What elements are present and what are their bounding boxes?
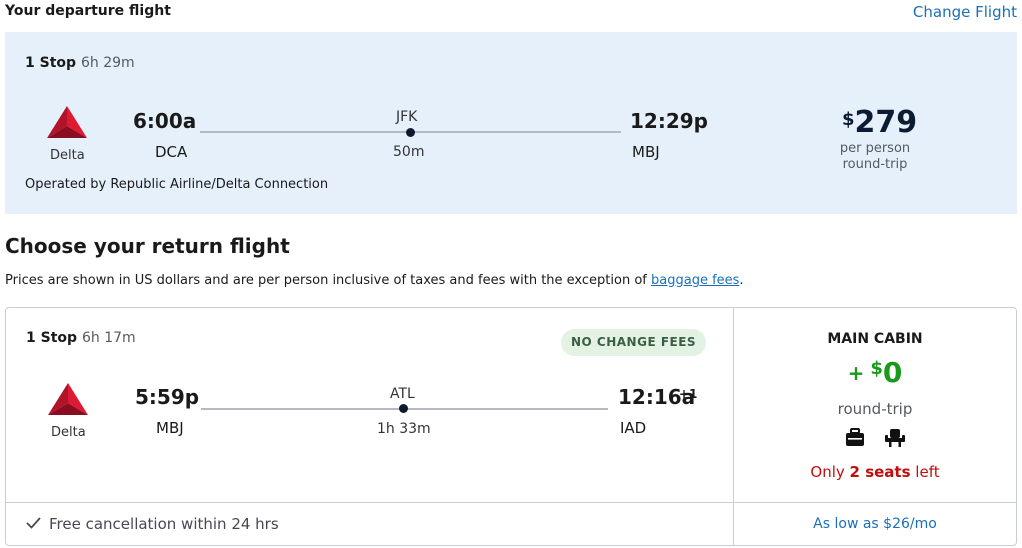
price-disclaimer: Prices are shown in US dollars and are p…	[5, 273, 744, 288]
layover-duration: 1h 33m	[377, 421, 431, 437]
cabin-name: MAIN CABIN	[827, 331, 923, 347]
disclaimer-end: .	[739, 273, 744, 288]
fare-currency: $	[870, 358, 883, 379]
change-flight-link[interactable]: Change Flight	[913, 3, 1017, 21]
operated-by: Operated by Republic Airline/Delta Conne…	[25, 177, 329, 192]
checkmark-icon	[26, 515, 41, 533]
departure-header: Your departure flight	[5, 3, 171, 19]
carry-on-bag-icon	[844, 428, 866, 452]
seats-prefix: Only	[810, 463, 850, 481]
return-flight-card[interactable]: 1 Stop 6h 17m NO CHANGE FEES Delta 5:59p…	[5, 307, 1017, 546]
price-round-trip: round-trip	[842, 157, 908, 172]
arrive-day-offset: +1	[679, 387, 698, 401]
price-currency: $	[842, 109, 855, 130]
layover-dot	[399, 404, 408, 413]
as-low-as-link[interactable]: As low as $26/mo	[734, 516, 1016, 532]
return-flight-details[interactable]: 1 Stop 6h 17m NO CHANGE FEES Delta 5:59p…	[6, 308, 734, 502]
total-duration: 6h 17m	[82, 330, 136, 346]
amenity-icons	[735, 428, 1015, 452]
seats-suffix: left	[910, 463, 940, 481]
baggage-fees-link[interactable]: baggage fees	[651, 273, 739, 288]
cancellation-text: Free cancellation within 24 hrs	[49, 515, 279, 533]
seats-remaining: Only 2 seats left	[735, 463, 1015, 481]
seat-icon	[884, 428, 906, 452]
stops-count: 1 Stop	[25, 55, 77, 71]
fare-plus-sign: +	[847, 361, 865, 385]
depart-time: 5:59p	[135, 385, 200, 409]
price-amount: 279	[854, 105, 918, 140]
disclaimer-text: Prices are shown in US dollars and are p…	[5, 273, 651, 288]
price: $279	[842, 105, 917, 140]
arrive-time: 12:29p	[630, 109, 708, 133]
free-cancellation: Free cancellation within 24 hrs	[26, 515, 279, 533]
layover-dot	[406, 128, 415, 137]
fare-price[interactable]: + $0	[735, 356, 1015, 389]
airline-name: Delta	[51, 425, 86, 440]
price-per-person: per person	[839, 141, 911, 156]
arrive-airport-code: IAD	[620, 419, 647, 437]
delta-logo-icon	[47, 106, 87, 138]
arrive-airport-code: MBJ	[632, 143, 660, 161]
return-section-title: Choose your return flight	[5, 234, 290, 258]
layover-airport-code: JFK	[396, 109, 418, 125]
depart-airport-code: DCA	[155, 143, 188, 161]
seats-count: 2 seats	[849, 463, 911, 481]
departure-flight-card: 1 Stop 6h 29m Delta 6:00a DCA JFK 50m 12…	[5, 32, 1017, 214]
depart-time: 6:00a	[133, 109, 197, 133]
layover-airport-code: ATL	[390, 386, 415, 402]
airline-name: Delta	[50, 148, 85, 163]
total-duration: 6h 29m	[81, 55, 135, 71]
return-card-footer: Free cancellation within 24 hrs As low a…	[6, 502, 1016, 546]
delta-logo-icon	[48, 383, 88, 415]
depart-airport-code: MBJ	[156, 419, 184, 437]
stops-count: 1 Stop	[26, 330, 78, 346]
layover-duration: 50m	[393, 144, 425, 160]
fare-round-trip: round-trip	[837, 400, 913, 418]
fare-amount: 0	[882, 356, 903, 389]
no-change-fees-badge: NO CHANGE FEES	[561, 329, 707, 356]
